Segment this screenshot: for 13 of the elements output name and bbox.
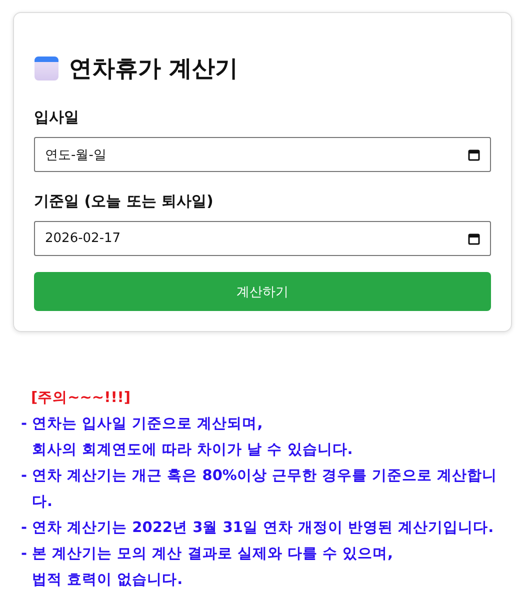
calendar-icon[interactable] [468, 148, 480, 160]
notice-heading: [주의~~~!!!] [30, 389, 132, 408]
field-label: 입사일 [34, 108, 80, 127]
date-field[interactable]: 연도-월-일 [34, 137, 491, 172]
calendar-icon [34, 56, 59, 81]
page-title: 연차휴가 계산기 [69, 55, 238, 84]
notice-text: - 연차 계산기는 2022년 3월 31일 연차 개정이 반영된 계산기입니다. [21, 519, 495, 538]
calendar-icon[interactable] [468, 232, 480, 244]
notice-text: - 연차 계산기는 개근 혹은 80%이상 근무한 경우를 기준으로 계산합니다. [21, 467, 498, 512]
notice-text: - 연차는 입사일 기준으로 계산되며, 회사의 회계연도에 따라 차이가 날 수 있습니다. [21, 415, 354, 460]
notice-text: - 본 계산기는 모의 계산 결과로 실제와 다를 수 있으며, 법적 효력이 없습니다. [21, 545, 394, 590]
date-field[interactable]: 2026-02-17 [34, 221, 491, 256]
field-label: 기준일 (오늘 또는 퇴사일) [34, 192, 214, 211]
